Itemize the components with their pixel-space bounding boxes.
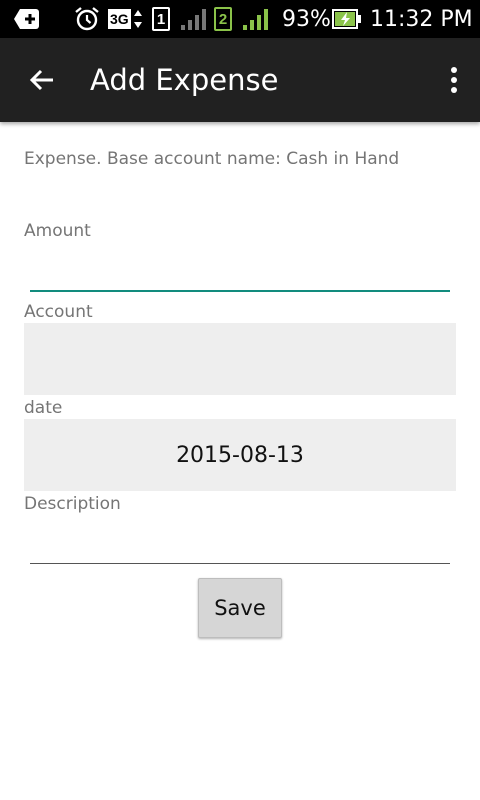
battery-percent: 93% (282, 6, 331, 32)
status-bar: 3G 1 2 93% 11:32 PM (0, 0, 480, 38)
expense-subtitle: Expense. Base account name: Cash in Hand (24, 149, 400, 169)
overflow-menu-button[interactable] (438, 58, 470, 102)
battery-charging-icon (332, 0, 362, 38)
account-label: Account (24, 302, 93, 322)
network-type-label: 3G (108, 9, 131, 29)
add-notification-icon (14, 0, 40, 38)
sim2-icon: 2 (214, 0, 232, 38)
description-label: Description (24, 494, 121, 514)
amount-label: Amount (24, 221, 91, 241)
sim2-label: 2 (214, 7, 232, 31)
app-bar: Add Expense (0, 38, 480, 122)
network-3g-icon: 3G (108, 0, 143, 38)
arrow-back-icon (29, 69, 53, 91)
date-label: date (24, 398, 63, 418)
sim1-label: 1 (152, 7, 170, 31)
clock-time: 11:32 PM (370, 6, 473, 32)
save-button[interactable]: Save (198, 578, 282, 638)
signal-empty-icon (180, 0, 208, 38)
amount-input[interactable] (30, 250, 450, 292)
more-vert-icon (451, 67, 457, 93)
signal-full-icon (242, 0, 270, 38)
sim1-icon: 1 (152, 0, 170, 38)
date-picker-field[interactable]: 2015-08-13 (24, 419, 456, 491)
description-input[interactable] (30, 522, 450, 564)
account-select[interactable] (24, 323, 456, 395)
page-title: Add Expense (90, 63, 279, 97)
back-button[interactable] (18, 58, 66, 102)
alarm-icon (74, 0, 100, 38)
